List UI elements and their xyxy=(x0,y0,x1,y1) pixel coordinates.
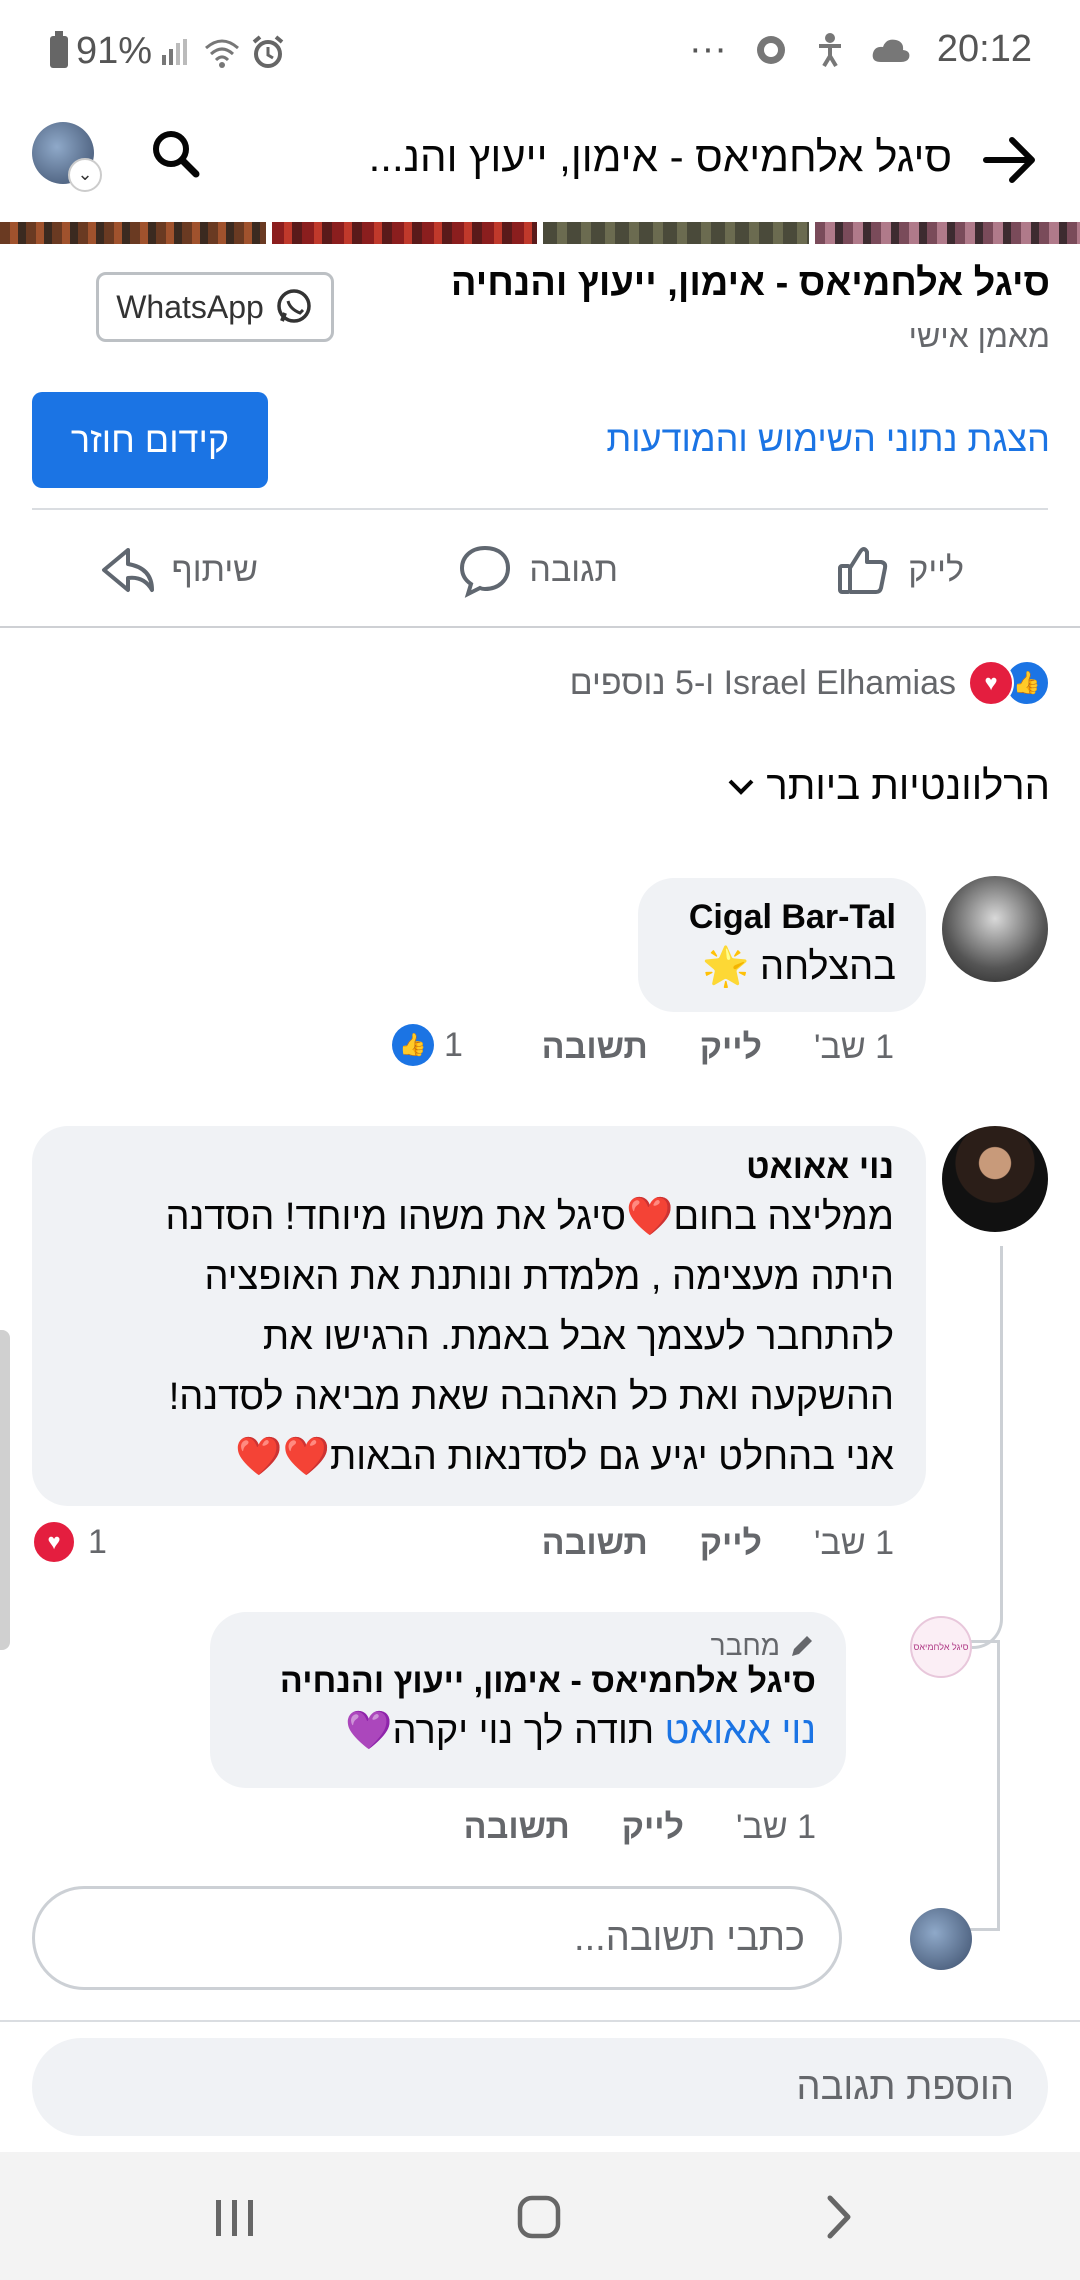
back-arrow-icon[interactable] xyxy=(980,130,1040,200)
comment-reply-button[interactable]: תשובה xyxy=(542,1524,648,1563)
reaction-count: 1 xyxy=(444,1025,463,1064)
header-title: סיגל אלחמיאס - אימון, ייעוץ והנ... xyxy=(368,133,952,180)
chevron-down-icon: ⌄ xyxy=(68,158,102,192)
cloud-icon xyxy=(872,39,910,62)
comment-text-line: אני בהחלט יגיע גם לסדנאות הבאות❤️❤️ xyxy=(235,1436,894,1478)
battery-icon xyxy=(50,30,68,68)
commenter-avatar[interactable] xyxy=(942,876,1048,982)
comment-reactions[interactable]: 👍 1 xyxy=(392,1024,463,1066)
reply-reply-button[interactable]: תשובה xyxy=(464,1808,570,1847)
status-left: 91% xyxy=(50,30,286,73)
reply-text: נוי אאואט תודה לך נוי יקרה💜 xyxy=(240,1701,816,1761)
page-category: מאמן אישי xyxy=(908,318,1050,354)
share-label: שיתוף xyxy=(171,550,258,589)
reply-meta: 1 שב' לייק תשובה xyxy=(464,1808,816,1847)
page-avatar-text: סיגל אלחמיאס xyxy=(913,1642,969,1652)
whatsapp-icon xyxy=(277,289,311,323)
comment-time[interactable]: 1 שב' xyxy=(814,1524,894,1563)
pencil-icon xyxy=(792,1636,812,1656)
thumbs-up-icon xyxy=(838,547,888,594)
comment-action[interactable]: תגובה xyxy=(457,542,618,598)
comment-text-line: להתחבר לעצמך אבל באמת. הרגישו את xyxy=(262,1316,894,1358)
comment-reply-button[interactable]: תשובה xyxy=(542,1028,648,1067)
status-bar: 91% ··· 20:12 xyxy=(0,0,1080,100)
chevron-down-icon xyxy=(728,779,754,795)
profile-switch-avatar[interactable]: ⌄ xyxy=(32,122,102,192)
reply-like-button[interactable]: לייק xyxy=(622,1808,684,1847)
boost-again-button[interactable]: קידום חוזר xyxy=(32,392,268,488)
reply-author[interactable]: סיגל אלחמיאס - אימון, ייעוץ והנחיה xyxy=(240,1662,816,1701)
comment-meta: 1 שב' לייק תשובה xyxy=(542,1028,894,1067)
sort-dropdown[interactable]: הרלוונטיות ביותר xyxy=(726,764,1050,809)
divider xyxy=(32,508,1048,510)
status-right: ··· 20:12 xyxy=(689,28,1032,71)
comment-text: בהצלחה 🌟 xyxy=(702,946,896,988)
reaction-count: 1 xyxy=(88,1522,107,1561)
home-icon[interactable] xyxy=(516,2194,562,2245)
search-icon[interactable] xyxy=(150,128,202,185)
reply-input-placeholder: כתבי תשובה... xyxy=(574,1916,805,1959)
edge-panel-handle[interactable] xyxy=(0,1330,10,1650)
wifi-icon xyxy=(205,39,240,68)
share-action[interactable]: שיתוף xyxy=(98,542,258,598)
reactions-text: Israel Elhamias ו-5 נוספים xyxy=(569,663,956,702)
comment-text-line: היתה מעצימה , מלמדת ונותנת את האופציה xyxy=(204,1256,894,1298)
comment-text-line: ההשקעה ואת כל האהבה שאת מביאה לסדנה! xyxy=(168,1376,894,1418)
whatsapp-button[interactable]: WhatsApp xyxy=(96,272,334,342)
divider xyxy=(0,2020,1080,2022)
comment-time[interactable]: 1 שב' xyxy=(814,1028,894,1067)
alarm-icon xyxy=(252,34,284,68)
camera-icon xyxy=(756,35,785,64)
clock-time: 20:12 xyxy=(936,28,1032,70)
comment-bubble: נוי אאואט ממליצה בחום❤️סיגל את משהו מיוח… xyxy=(32,1126,926,1506)
comment-author[interactable]: נוי אאואט xyxy=(64,1148,894,1187)
commenter-avatar[interactable] xyxy=(942,1126,1048,1232)
reply-body: תודה לך נוי יקרה💜 xyxy=(345,1710,665,1752)
thread-line xyxy=(997,1640,1000,1930)
signal-icon xyxy=(162,38,188,65)
share-icon xyxy=(101,548,154,592)
comment-author[interactable]: Cigal Bar-Tal xyxy=(668,898,896,937)
love-reaction-icon: ♥ xyxy=(968,660,1014,706)
comment-icon xyxy=(460,545,511,598)
author-badge-label: מחבר xyxy=(710,1630,780,1661)
reply-bubble: מחבר סיגל אלחמיאס - אימון, ייעוץ והנחיה … xyxy=(210,1612,846,1788)
comment-label: תגובה xyxy=(529,550,618,589)
comment-meta: 1 שב' לייק תשובה xyxy=(542,1524,894,1563)
add-comment-input[interactable]: הוספת תגובה xyxy=(32,2038,1048,2136)
back-icon[interactable] xyxy=(818,2194,858,2245)
user-avatar xyxy=(910,1908,972,1970)
system-nav-bar xyxy=(0,2152,1080,2280)
mention-link[interactable]: נוי אאואט xyxy=(665,1710,816,1752)
add-comment-placeholder: הוספת תגובה xyxy=(796,2065,1015,2108)
battery-level: 91% xyxy=(76,30,153,72)
accessibility-icon xyxy=(818,32,841,67)
comment-reactions[interactable]: ♥ 1 xyxy=(32,1520,107,1564)
cover-photo-strip xyxy=(0,222,1080,244)
reactions-summary[interactable]: 👍 ♥ Israel Elhamias ו-5 נוספים xyxy=(570,660,1050,706)
page-avatar[interactable]: סיגל אלחמיאס xyxy=(910,1616,972,1678)
insights-link[interactable]: הצגת נתוני השימוש והמודעות xyxy=(606,418,1050,460)
comment-like-button[interactable]: לייק xyxy=(700,1524,762,1563)
thread-line xyxy=(960,1246,1003,1649)
app-header: סיגל אלחמיאס - אימון, ייעוץ והנ... ⌄ xyxy=(0,100,1080,220)
reply-input[interactable]: כתבי תשובה... xyxy=(32,1886,842,1990)
like-label: לייק xyxy=(908,550,964,589)
divider xyxy=(0,626,1080,628)
author-badge: מחבר xyxy=(240,1630,816,1662)
like-action[interactable]: לייק xyxy=(836,542,964,598)
comment-text-line: ממליצה בחום❤️סיגל את משהו מיוחד! הסדנה xyxy=(165,1196,894,1238)
reply-time[interactable]: 1 שב' xyxy=(736,1808,816,1847)
page-name[interactable]: סיגל אלחמיאס - אימון, ייעוץ והנחיה xyxy=(451,262,1050,305)
comment-bubble: Cigal Bar-Tal בהצלחה 🌟 xyxy=(638,878,926,1012)
whatsapp-label: WhatsApp xyxy=(116,288,264,325)
love-reaction-icon: ♥ xyxy=(32,1520,76,1564)
post-actions-row: לייק תגובה שיתוף xyxy=(0,520,1080,628)
like-reaction-icon: 👍 xyxy=(392,1024,434,1066)
sort-label: הרלוונטיות ביותר xyxy=(766,764,1050,808)
more-dots-icon: ··· xyxy=(688,28,727,70)
comment-like-button[interactable]: לייק xyxy=(700,1028,762,1067)
recent-apps-icon[interactable] xyxy=(212,2198,258,2243)
